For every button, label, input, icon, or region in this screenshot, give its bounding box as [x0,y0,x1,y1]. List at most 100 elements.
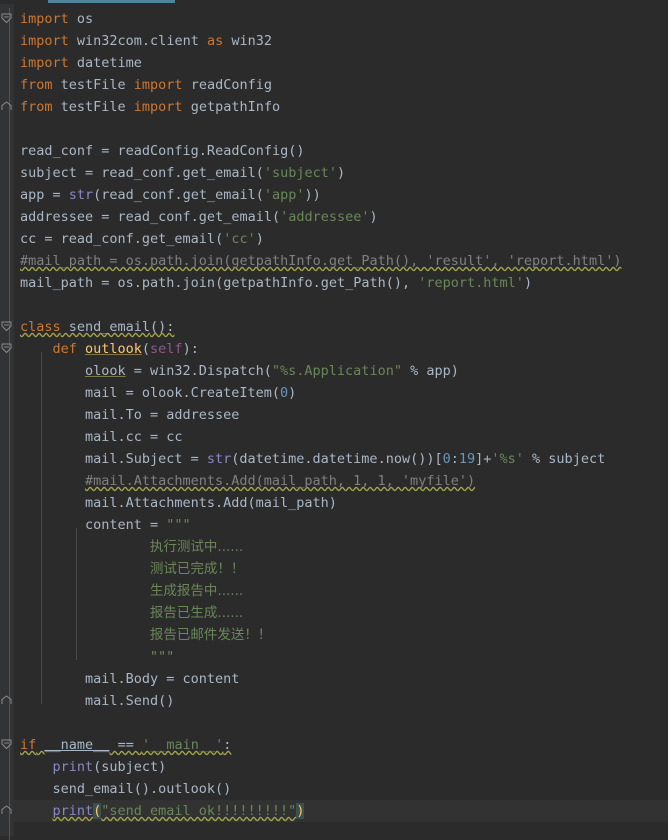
code-token: self [150,341,183,357]
fold-collapse-icon[interactable] [1,343,12,354]
code-line[interactable]: mail.Attachments.Add(mail_path) [14,492,668,514]
code-line[interactable]: import os [14,8,668,30]
fold-collapse-icon[interactable] [1,739,12,750]
code-line[interactable]: subject = read_conf.get_email('subject') [14,162,668,184]
code-line[interactable]: 执行测试中...... [14,536,668,558]
code-line[interactable]: #mail.Attachments.Add(mail_path, 1, 1, '… [14,470,668,492]
code-line[interactable]: 生成报告中...... [14,580,668,602]
code-line[interactable]: mail = olook.CreateItem(0) [14,382,668,404]
code-line-text: class send_email(): [14,316,174,338]
code-line[interactable]: from testFile import getpathInfo [14,96,668,118]
code-token: ): [182,341,199,357]
code-line[interactable]: app = str(read_conf.get_email('app')) [14,184,668,206]
code-line[interactable]: mail.To = addressee [14,404,668,426]
code-line[interactable] [14,712,668,734]
code-token: #mail_path = os.path.join(getpathInfo.ge… [20,253,622,269]
code-line-text: print("send email ok!!!!!!!!!") [14,800,305,822]
fold-end-icon[interactable] [1,695,12,706]
code-token: (datetime.datetime.now())[ [231,451,443,467]
code-token: send_email [60,319,151,335]
code-token: class [20,319,61,335]
code-line[interactable]: if __name__ == '__main__': [14,734,668,756]
code-line[interactable]: mail.cc = cc [14,426,668,448]
gutter-divider-line [9,8,10,840]
code-token: mail.Send() [84,693,175,709]
code-line-text: if __name__ == '__main__': [14,734,231,756]
code-token: mail.cc = cc [84,429,183,445]
code-line[interactable]: """ [14,646,668,668]
code-line[interactable]: olook = win32.Dispatch("%s.Application" … [14,360,668,382]
code-line-text: send_email().outlook() [14,778,231,800]
code-line-text: cc = read_conf.get_email('cc') [14,228,264,250]
fold-collapse-icon[interactable] [1,13,12,24]
code-token: 生成报告中...... [149,583,244,599]
code-line[interactable]: import win32com.client as win32 [14,30,668,52]
code-line-text: app = str(read_conf.get_email('app')) [14,184,321,206]
code-line-text: 执行测试中...... [14,536,243,558]
code-line[interactable]: cc = read_conf.get_email('cc') [14,228,668,250]
code-line[interactable]: mail.Send() [14,690,668,712]
code-line[interactable]: addressee = read_conf.get_email('address… [14,206,668,228]
code-token: readConfig [182,77,272,93]
fold-end-icon[interactable] [1,101,12,112]
code-token: % app) [401,363,459,379]
active-tab-indicator[interactable] [48,0,175,3]
code-line[interactable] [14,118,668,140]
code-token: str [206,451,232,467]
code-line[interactable]: 报告已邮件发送！！ [14,624,668,646]
code-line-text: from testFile import readConfig [14,74,272,96]
code-token: 19 [458,451,476,467]
code-line-text: mail.Send() [14,690,174,712]
code-line-text: mail.To = addressee [14,404,239,426]
code-token: )) [304,187,321,203]
code-token: 'cc' [223,231,256,247]
code-token: if [20,737,37,753]
code-line-text: addressee = read_conf.get_email('address… [14,206,378,228]
code-line[interactable]: print(subject) [14,756,668,778]
code-line[interactable] [14,294,668,316]
code-token: import [20,11,69,27]
code-line[interactable]: import datetime [14,52,668,74]
code-line[interactable]: read_conf = readConfig.ReadConfig() [14,140,668,162]
code-line[interactable]: from testFile import readConfig [14,74,668,96]
editor-gutter[interactable] [0,4,14,840]
code-token: print [52,759,94,775]
code-line-text: import os [14,8,93,30]
code-line[interactable]: mail.Body = content [14,668,668,690]
code-token: os [68,11,94,27]
code-line-text: 生成报告中...... [14,580,243,602]
code-token: ) [255,231,264,247]
code-line[interactable]: #mail_path = os.path.join(getpathInfo.ge… [14,250,668,272]
code-line-text: mail.Subject = str(datetime.datetime.now… [14,448,605,470]
fold-end-icon[interactable] [1,805,12,816]
fold-collapse-icon[interactable] [1,321,12,332]
code-line[interactable]: 测试已完成！！ [14,558,668,580]
code-line-text: mail.Attachments.Add(mail_path) [14,492,337,514]
code-token: win32 [223,33,272,49]
code-token: content = [84,517,167,533]
code-line[interactable]: 报告已生成...... [14,602,668,624]
code-editor[interactable]: import os import win32com.client as win32… [0,0,668,840]
code-token: ) [369,209,378,225]
code-token: olook [84,363,126,379]
code-line[interactable]: class send_email(): [14,316,668,338]
code-token: from [20,99,53,115]
code-line-text: subject = read_conf.get_email('subject') [14,162,345,184]
code-line[interactable]: content = """ [14,514,668,536]
code-line[interactable]: print("send email ok!!!!!!!!!") [14,800,668,822]
code-token: datetime [68,55,142,71]
code-line-text: print(subject) [14,756,166,778]
code-line[interactable]: mail.Subject = str(datetime.datetime.now… [14,448,668,470]
code-line[interactable]: mail_path = os.path.join(getpathInfo.get… [14,272,668,294]
code-token: mail.Subject = [84,451,207,467]
code-line-text: import win32com.client as win32 [14,30,272,52]
code-token: import [20,55,69,71]
code-line[interactable]: send_email().outlook() [14,778,668,800]
code-token: % subject [523,451,606,467]
code-token: testFile [52,77,134,93]
code-token: import [20,33,69,49]
code-content-area[interactable]: import os import win32com.client as win32… [14,4,668,836]
code-token: : [223,737,232,753]
code-token: 'app' [263,187,305,203]
code-line[interactable]: def outlook(self): [14,338,668,360]
